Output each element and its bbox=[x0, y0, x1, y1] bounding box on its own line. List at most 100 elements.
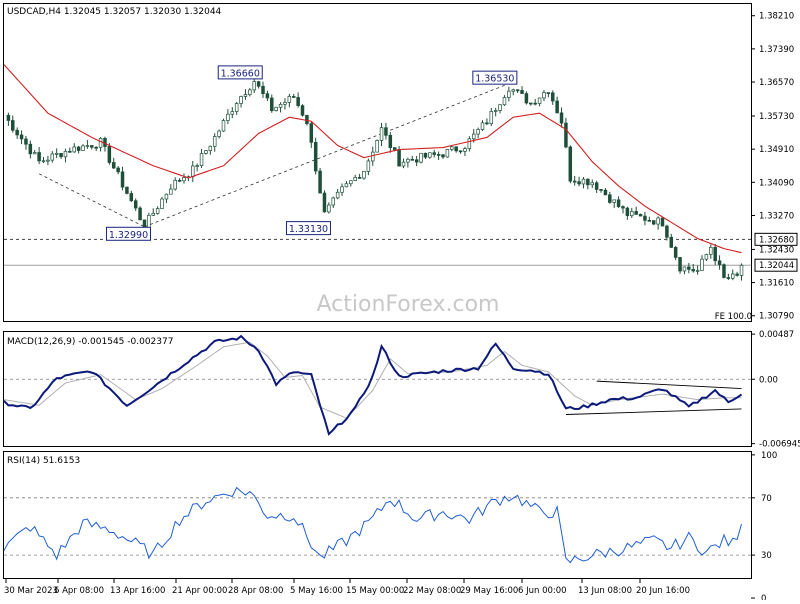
candle-body bbox=[384, 127, 388, 136]
candle-body bbox=[296, 97, 300, 106]
candle-body bbox=[265, 93, 270, 99]
price-y-tick-label: 1.32430 bbox=[759, 245, 794, 255]
candle-body bbox=[111, 162, 116, 169]
candle-body bbox=[129, 193, 134, 202]
candle-body bbox=[125, 186, 129, 194]
candle-body bbox=[739, 264, 744, 276]
macd-y-tick-label: 0.00 bbox=[759, 375, 778, 385]
candle-body bbox=[37, 152, 41, 162]
x-tick-label: 30 Mar 2023 bbox=[4, 586, 58, 596]
candle-body bbox=[726, 277, 731, 279]
candle-body bbox=[476, 129, 480, 135]
candle-body bbox=[428, 152, 432, 158]
candle-body bbox=[239, 96, 243, 104]
candle-body bbox=[564, 122, 568, 148]
candle-body bbox=[735, 273, 739, 276]
price-header: USDCAD,H4 1.32045 1.32057 1.32030 1.3204… bbox=[7, 7, 222, 17]
candle-body bbox=[485, 122, 489, 125]
candle-body bbox=[90, 145, 94, 148]
candle-body bbox=[195, 165, 199, 167]
price-y-tick-label: 1.30790 bbox=[759, 312, 794, 322]
macd-y-tick-label: 0.00487 bbox=[759, 330, 794, 340]
candle-body bbox=[546, 92, 551, 94]
candle-body bbox=[643, 215, 647, 221]
candle-body bbox=[63, 150, 68, 158]
candle-body bbox=[362, 170, 366, 179]
level-value-label: 1.32044 bbox=[759, 261, 794, 271]
price-y-tick-label: 1.34910 bbox=[759, 145, 794, 155]
candle-body bbox=[340, 186, 344, 193]
x-tick-label: 29 May 16:00 bbox=[460, 586, 518, 596]
rsi-y-tick-label: 70 bbox=[761, 494, 772, 504]
candle-body bbox=[577, 181, 581, 185]
candle-body bbox=[695, 270, 700, 272]
candle-body bbox=[81, 145, 85, 151]
candle-body bbox=[502, 97, 507, 106]
candle-body bbox=[19, 134, 24, 140]
candle-body bbox=[349, 180, 353, 185]
candle-body bbox=[454, 146, 458, 152]
candle-body bbox=[625, 207, 630, 217]
candle-body bbox=[327, 204, 331, 213]
candle-body bbox=[520, 90, 524, 94]
candle-body bbox=[555, 100, 559, 114]
candle-body bbox=[191, 165, 195, 178]
candle-body bbox=[32, 152, 37, 155]
x-tick-label: 6 Apr 08:00 bbox=[54, 586, 104, 596]
candle-body bbox=[673, 247, 678, 258]
candle-body bbox=[717, 260, 722, 265]
candle-body bbox=[722, 264, 726, 278]
price-y-tick-label: 1.34090 bbox=[759, 178, 794, 188]
candle-body bbox=[24, 138, 28, 145]
candle-body bbox=[6, 114, 11, 121]
candle-body bbox=[489, 111, 494, 125]
candle-body bbox=[537, 97, 542, 104]
candle-body bbox=[322, 192, 327, 213]
candle-body bbox=[419, 152, 423, 163]
candle-body bbox=[72, 146, 76, 153]
fe-label: FE 100.0 bbox=[715, 312, 752, 322]
candle-body bbox=[283, 102, 287, 105]
candle-body bbox=[371, 151, 375, 162]
chart-svg: USDCAD,H4 1.32045 1.32057 1.32030 1.3204… bbox=[0, 0, 800, 604]
candle-body bbox=[414, 159, 419, 163]
candle-body bbox=[28, 143, 33, 155]
candle-body bbox=[559, 112, 564, 124]
candle-body bbox=[274, 106, 278, 112]
candle-body bbox=[270, 97, 274, 112]
candle-body bbox=[498, 104, 502, 111]
candle-body bbox=[182, 177, 186, 182]
candle-body bbox=[243, 94, 248, 97]
candle-body bbox=[313, 141, 318, 172]
candle-body bbox=[713, 246, 717, 262]
candle-body bbox=[603, 189, 608, 196]
candle-body bbox=[423, 152, 428, 158]
candle-body bbox=[221, 120, 226, 132]
rsi-header: RSI(14) 51.6153 bbox=[7, 456, 80, 466]
candle-body bbox=[432, 152, 436, 155]
x-tick-label: 5 May 16:00 bbox=[290, 586, 343, 596]
candle-body bbox=[107, 146, 112, 163]
candle-body bbox=[572, 180, 577, 183]
candle-body bbox=[59, 153, 63, 158]
candle-body bbox=[226, 113, 230, 121]
candle-body bbox=[515, 89, 520, 92]
x-tick-label: 20 Jun 16:00 bbox=[636, 586, 690, 596]
price-y-tick-label: 1.36570 bbox=[759, 78, 794, 88]
candle-body bbox=[397, 149, 401, 167]
candle-body bbox=[594, 182, 599, 190]
candle-body bbox=[590, 182, 595, 186]
annotation-label: 1.33130 bbox=[289, 224, 328, 235]
x-tick-label: 13 Apr 16:00 bbox=[110, 586, 165, 596]
candle-body bbox=[379, 127, 384, 141]
candle-body bbox=[366, 160, 371, 172]
candle-body bbox=[445, 149, 450, 158]
macd-header: MACD(12,26,9) -0.001545 -0.002377 bbox=[7, 337, 173, 347]
candle-body bbox=[15, 129, 19, 136]
candle-body bbox=[116, 167, 120, 173]
candle-body bbox=[638, 213, 643, 217]
candle-body bbox=[120, 171, 125, 188]
candle-body bbox=[612, 199, 616, 203]
candle-body bbox=[550, 92, 555, 102]
candle-body bbox=[287, 96, 292, 103]
